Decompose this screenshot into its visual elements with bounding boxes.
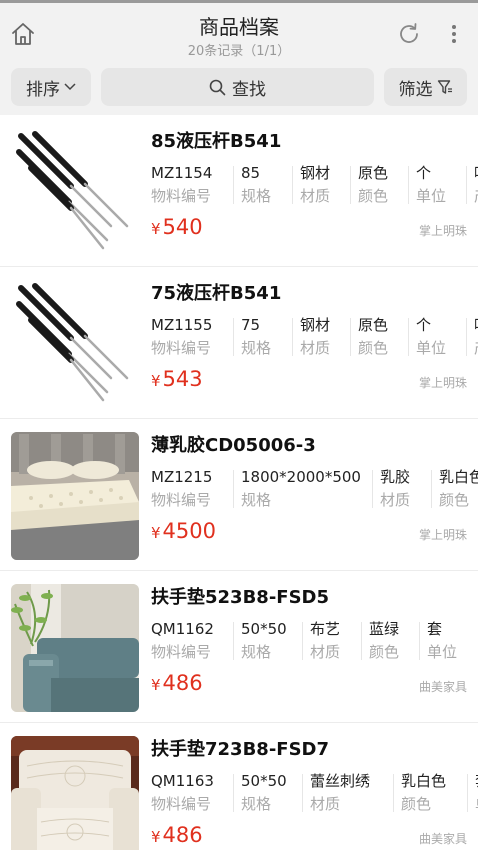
attr-code: MZ1154 物料编号: [151, 164, 213, 205]
product-list: 85液压杆B541 MZ1154 物料编号 85 规格 钢材 材质 原色 颜色 个单位 …: [0, 115, 478, 850]
gas-spring-image: [11, 128, 139, 256]
refresh-icon[interactable]: [396, 21, 422, 47]
attr-spec: 1800*2000*500 规格: [233, 466, 361, 512]
attr-spec: 75 规格: [232, 314, 271, 360]
attr-spec: 50*50 规格: [233, 770, 287, 816]
attr-spec: 85 规格: [232, 162, 271, 208]
sofa-cover-image: [11, 584, 139, 712]
product-name: 75液压杆B541: [151, 283, 282, 304]
search-button[interactable]: 查找: [101, 68, 374, 106]
price: ¥4500: [151, 519, 216, 543]
filter-icon: [437, 80, 452, 94]
attr-extra: 咔产: [465, 314, 478, 360]
attr-color: 蓝绿 颜色: [360, 618, 399, 664]
product-thumbnail: [11, 432, 139, 560]
attr-code: QM1163 物料编号: [151, 772, 214, 813]
filter-bar: 排序 查找 筛选: [0, 61, 478, 115]
attr-unit: 个单位: [407, 162, 446, 208]
product-thumbnail: [11, 128, 139, 256]
search-label: 查找: [232, 79, 266, 100]
product-thumbnail: [11, 280, 139, 408]
attr-code: MZ1215 物料编号: [151, 468, 213, 509]
list-item[interactable]: 75液压杆B541 MZ1155 物料编号 75 规格 钢材 材质 原色 颜色 个单位 …: [0, 267, 478, 419]
price: ¥540: [151, 215, 203, 239]
shop-name: 曲美家具: [418, 680, 467, 694]
app-header: 商品档案 20条记录（1/1）: [0, 3, 478, 61]
sort-label: 排序: [26, 79, 60, 100]
shop-name: 曲美家具: [418, 832, 467, 846]
attr-material: 钢材 材质: [291, 162, 330, 208]
attr-color: 乳白色颜色: [430, 466, 478, 512]
product-name: 扶手垫723B8-FSD7: [151, 739, 330, 760]
product-thumbnail: [11, 736, 139, 850]
search-icon: [209, 79, 226, 95]
gas-spring-image: [11, 280, 139, 408]
filter-label: 筛选: [398, 79, 433, 100]
attr-unit: 个单位: [407, 314, 446, 360]
product-name: 扶手垫523B8-FSD5: [151, 587, 330, 608]
attr-material: 布艺 材质: [301, 618, 340, 664]
attr-code: MZ1155 物料编号: [151, 316, 213, 357]
attr-material: 钢材 材质: [291, 314, 330, 360]
product-name: 85液压杆B541: [151, 131, 282, 152]
price: ¥486: [151, 671, 203, 695]
product-name: 薄乳胶CD05006-3: [151, 435, 316, 456]
mattress-image: [11, 432, 139, 560]
list-item[interactable]: 85液压杆B541 MZ1154 物料编号 85 规格 钢材 材质 原色 颜色 个单位 …: [0, 115, 478, 267]
shop-name: 掌上明珠: [418, 376, 467, 390]
price: ¥543: [151, 367, 203, 391]
sofa-lace-image: [11, 736, 139, 850]
attr-color: 原色 颜色: [349, 314, 388, 360]
attr-code: QM1162 物料编号: [151, 620, 214, 661]
more-vertical-icon[interactable]: [446, 21, 462, 47]
list-item[interactable]: 扶手垫523B8-FSD5 QM1162 物料编号 50*50 规格 布艺 材质 蓝绿…: [0, 571, 478, 723]
filter-button[interactable]: 筛选: [384, 68, 467, 106]
product-thumbnail: [11, 584, 139, 712]
price: ¥486: [151, 823, 203, 847]
attr-color: 原色 颜色: [349, 162, 388, 208]
chevron-down-icon: [64, 83, 76, 91]
attr-spec: 50*50 规格: [233, 618, 287, 664]
attr-material: 乳胶 材质: [371, 466, 410, 512]
attr-material: 蕾丝刺绣 材质: [301, 770, 370, 816]
attr-extra: 咔产: [465, 162, 478, 208]
sort-button[interactable]: 排序: [11, 68, 91, 106]
attr-unit: 套单位: [418, 618, 457, 664]
list-item[interactable]: 扶手垫723B8-FSD7 QM1163 物料编号 50*50 规格 蕾丝刺绣 材质 …: [0, 723, 478, 850]
attr-color: 乳白色颜色: [392, 770, 446, 816]
shop-name: 掌上明珠: [418, 224, 467, 238]
list-item[interactable]: 薄乳胶CD05006-3 MZ1215 物料编号 1800*2000*500 规格 …: [0, 419, 478, 571]
shop-name: 掌上明珠: [418, 528, 467, 542]
